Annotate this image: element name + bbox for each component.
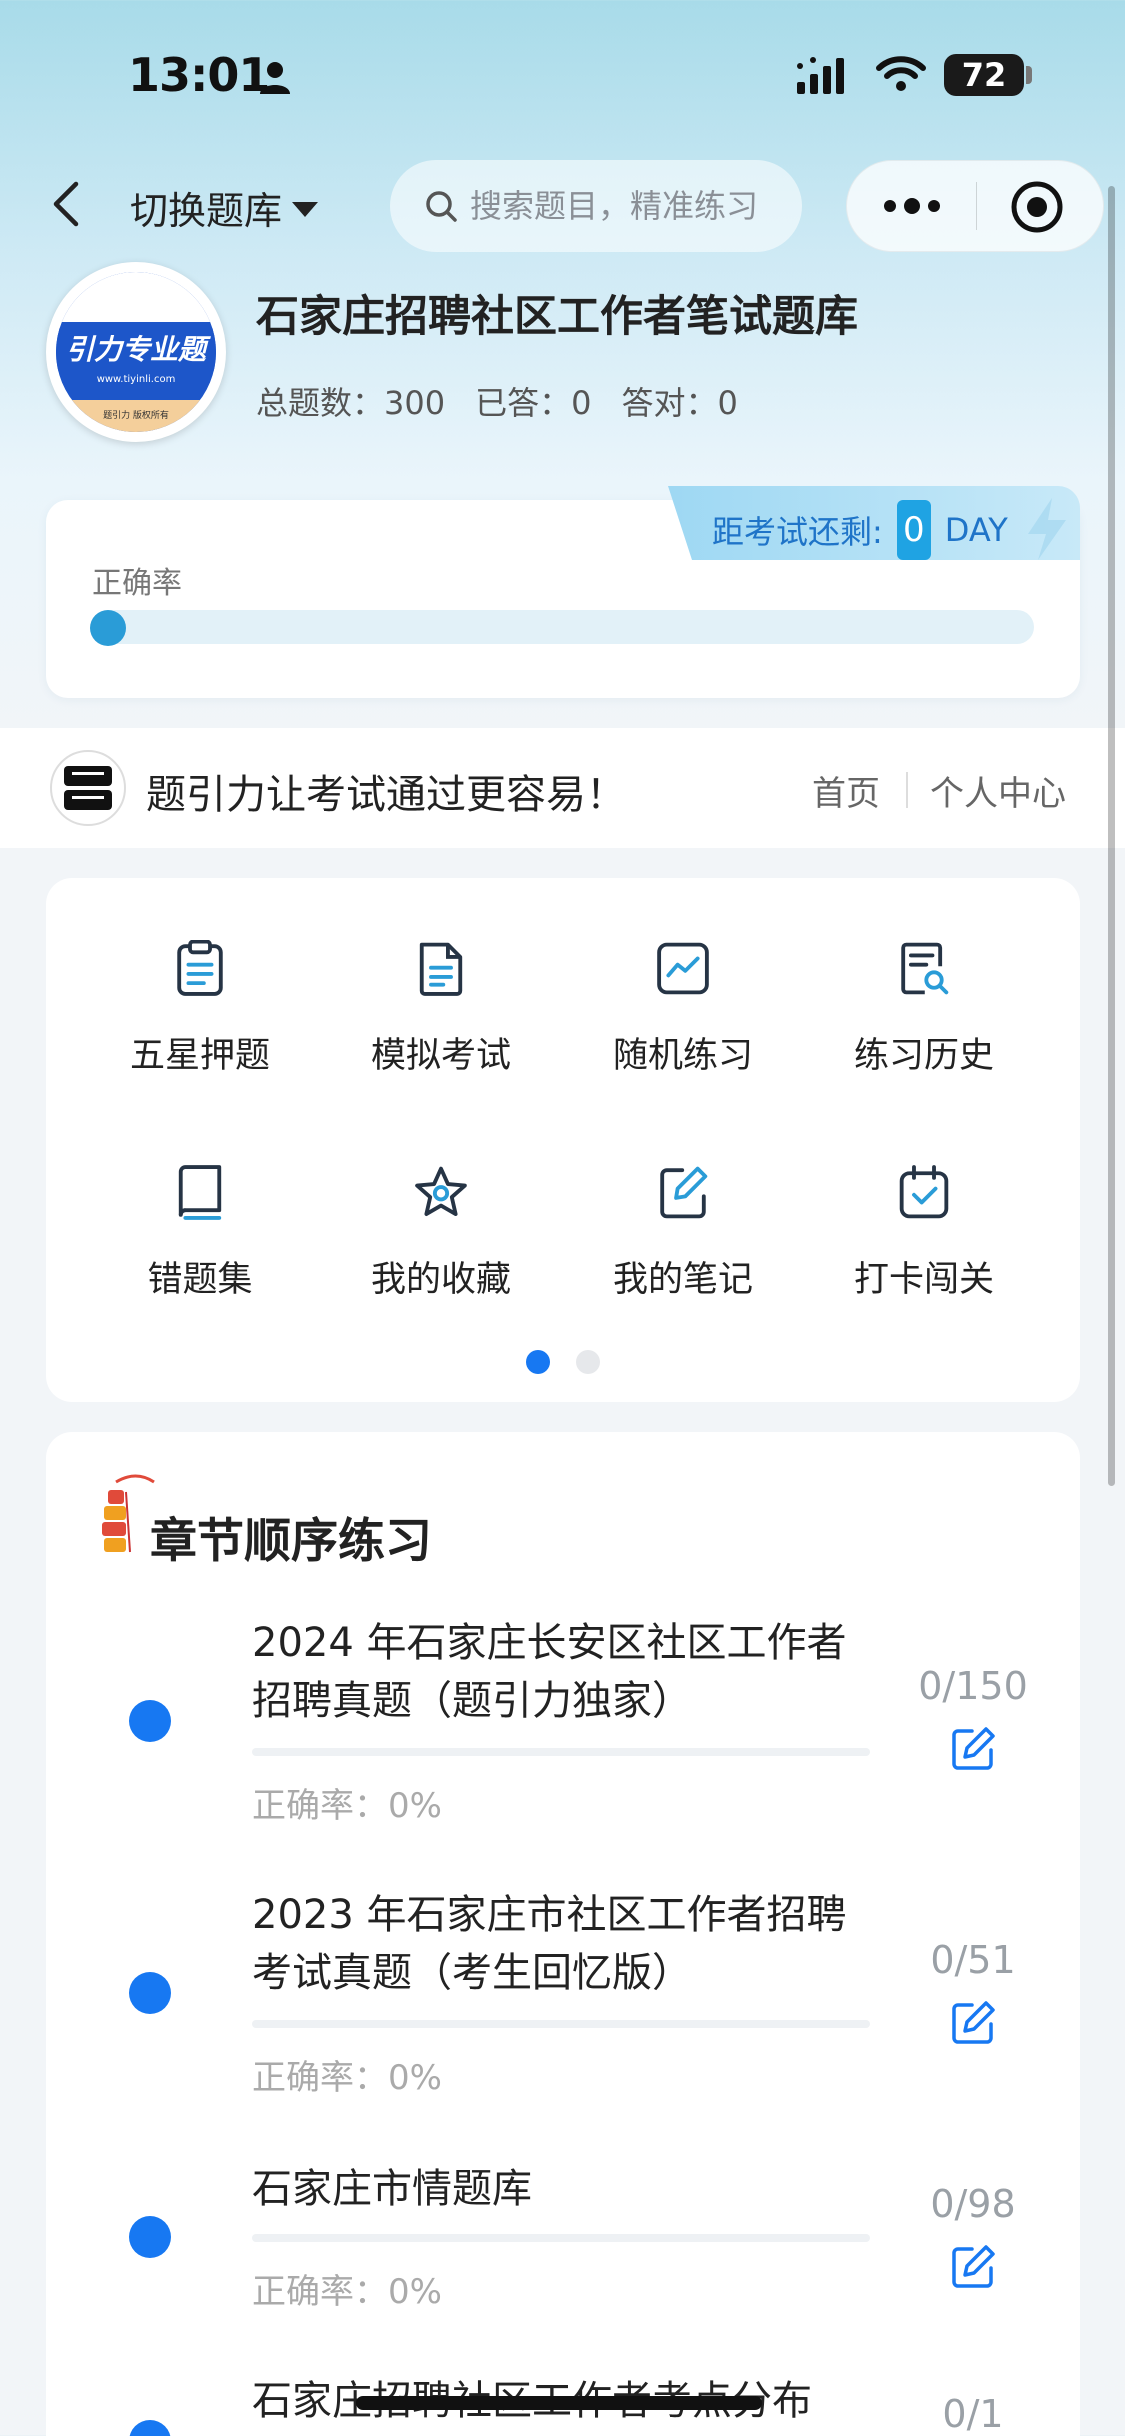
pager-dot[interactable]: [576, 1350, 600, 1374]
grid-item-label: 错题集: [147, 1260, 253, 1300]
accuracy-progress-handle: [90, 610, 126, 646]
home-link[interactable]: 首页: [812, 766, 880, 815]
chapter-progress-bar: [252, 1748, 870, 1756]
exam-countdown: 距考试还剩: 0 DAY: [712, 500, 1008, 560]
chapter-status-dot: [129, 2216, 171, 2258]
star-icon: [415, 1166, 467, 1216]
grid-item-label: 我的笔记: [612, 1260, 753, 1300]
accuracy-label: 正确率: [92, 566, 182, 601]
edit-icon[interactable]: [950, 2244, 996, 2290]
chapter-status-dot: [129, 1972, 171, 2014]
chapter-count: 0/150: [918, 1664, 1028, 1708]
capsule-divider: [976, 182, 977, 230]
lightning-icon: [1028, 498, 1066, 560]
edit-icon[interactable]: [950, 2000, 996, 2046]
chapter-name[interactable]: 2024 年石家庄长安区社区工作者招聘真题（题引力独家）: [252, 1614, 872, 1730]
bank-stats: 总题数：300 已答：0 答对：0: [256, 378, 738, 424]
slogan-text: 题引力让考试通过更容易！: [146, 772, 626, 818]
nav-separator: [906, 772, 908, 808]
grid-item-notes[interactable]: 我的笔记: [563, 1102, 803, 1302]
grid-item-five-star[interactable]: 五星押题: [80, 878, 320, 1078]
chapter-accuracy: 正确率：0%: [252, 2272, 442, 2312]
grid-item-label: 模拟考试: [370, 1036, 511, 1076]
days-unit: DAY: [944, 511, 1008, 549]
grid-item-label: 我的收藏: [370, 1260, 511, 1300]
chapter-progress-bar: [252, 2234, 870, 2242]
bank-title: 石家庄招聘社区工作者笔试题库: [256, 292, 858, 342]
document-search-icon: [901, 942, 949, 995]
grid-item-label: 打卡闯关: [853, 1260, 994, 1300]
answered-count: 已答：0: [475, 384, 592, 422]
grid-item-label: 随机练习: [612, 1036, 753, 1076]
calendar-check-icon: [899, 1165, 949, 1219]
chapter-accuracy: 正确率：0%: [252, 1786, 442, 1826]
scrollbar[interactable]: [1108, 186, 1115, 1486]
battery-indicator: 72: [944, 54, 1024, 96]
clipboard-icon: [177, 940, 223, 996]
chapter-status-dot: [129, 1700, 171, 1742]
grid-item-mock-exam[interactable]: 模拟考试: [321, 878, 561, 1078]
exam-countdown-label: 距考试还剩:: [712, 513, 883, 551]
profile-link[interactable]: 个人中心: [930, 766, 1066, 815]
pager-dot-active[interactable]: [526, 1350, 550, 1374]
question-bank-logo: 引力专业题 www.tiyinli.com 题引力 版权所有: [46, 262, 226, 442]
grid-item-favorites[interactable]: 我的收藏: [321, 1102, 561, 1302]
back-arrow-icon[interactable]: [48, 178, 84, 230]
accuracy-progress-bar: [92, 610, 1034, 644]
grid-item-label: 练习历史: [853, 1036, 994, 1076]
grid-item-label: 五星押题: [129, 1036, 270, 1076]
days-remaining: 0: [896, 500, 931, 560]
correct-count: 答对：0: [621, 384, 738, 422]
feature-grid-card: 五星押题 模拟考试 随机练习 练习历史 错题集 我的收藏 我的笔记 打卡闯关: [46, 878, 1080, 1402]
brand-logo-icon: [50, 750, 126, 826]
search-icon: [426, 191, 457, 222]
logo-url-text: www.tiyinli.com: [96, 374, 176, 385]
line-chart-icon: [657, 942, 709, 995]
chapter-count: 0/1: [942, 2392, 1004, 2436]
edit-icon[interactable]: [950, 1726, 996, 1772]
chapter-progress-bar: [252, 2020, 870, 2028]
switch-bank-dropdown[interactable]: 切换题库: [130, 180, 319, 235]
search-bar[interactable]: [390, 160, 802, 252]
logo-copyright-text: 题引力 版权所有: [103, 411, 169, 421]
home-indicator: [356, 2396, 762, 2410]
switch-bank-label: 切换题库: [130, 189, 283, 233]
status-time: 13:01: [128, 48, 270, 102]
caret-down-icon: [292, 202, 319, 217]
document-icon: [419, 942, 463, 996]
person-icon: [260, 62, 290, 94]
chapter-accuracy: 正确率：0%: [252, 2058, 442, 2098]
search-input[interactable]: [470, 187, 790, 225]
chapter-count: 0/98: [930, 2182, 1016, 2226]
cellular-signal-icon: [797, 57, 844, 94]
grid-item-checkin[interactable]: 打卡闯关: [804, 1102, 1044, 1302]
chapter-section-title: 章节顺序练习: [150, 1514, 432, 1569]
grid-item-random-practice[interactable]: 随机练习: [563, 878, 803, 1078]
grid-item-wrong-questions[interactable]: 错题集: [80, 1102, 320, 1302]
book-icon: [178, 1165, 222, 1220]
edit-note-icon: [660, 1166, 708, 1219]
chapter-name[interactable]: 石家庄市情题库: [252, 2160, 872, 2218]
wifi-icon: [876, 56, 926, 91]
battery-tip: [1026, 66, 1032, 84]
total-questions: 总题数：300: [256, 384, 446, 422]
more-options-icon[interactable]: [882, 196, 942, 216]
grid-item-history[interactable]: 练习历史: [804, 878, 1044, 1078]
chapter-name[interactable]: 2023 年石家庄市社区工作者招聘考试真题（考生回忆版）: [252, 1886, 872, 2002]
chapter-count: 0/51: [930, 1938, 1016, 1982]
logo-band-text: 引力专业题: [56, 328, 216, 372]
close-miniprogram-icon[interactable]: [1010, 180, 1064, 234]
